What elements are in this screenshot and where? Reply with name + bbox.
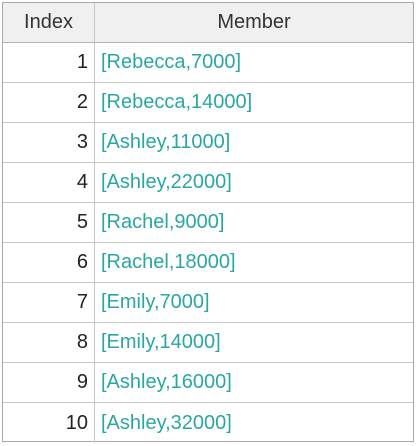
index-cell[interactable]: 8 xyxy=(3,323,95,362)
index-cell[interactable]: 4 xyxy=(3,163,95,202)
member-cell[interactable]: [Ashley,32000] xyxy=(95,403,413,443)
table-row[interactable]: 2 [Rebecca,14000] xyxy=(3,83,413,123)
index-cell[interactable]: 9 xyxy=(3,363,95,402)
member-cell[interactable]: [Rebecca,7000] xyxy=(95,43,413,82)
member-cell[interactable]: [Ashley,16000] xyxy=(95,363,413,402)
table-header-row: Index Member xyxy=(3,3,413,43)
index-cell[interactable]: 5 xyxy=(3,203,95,242)
column-header-member[interactable]: Member xyxy=(95,3,413,42)
table-row[interactable]: 6 [Rachel,18000] xyxy=(3,243,413,283)
table-row[interactable]: 3 [Ashley,11000] xyxy=(3,123,413,163)
member-cell[interactable]: [Ashley,22000] xyxy=(95,163,413,202)
table-row[interactable]: 7 [Emily,7000] xyxy=(3,283,413,323)
table-row[interactable]: 5 [Rachel,9000] xyxy=(3,203,413,243)
index-cell[interactable]: 2 xyxy=(3,83,95,122)
table-row[interactable]: 9 [Ashley,16000] xyxy=(3,363,413,403)
member-cell[interactable]: [Emily,7000] xyxy=(95,283,413,322)
table-row[interactable]: 1 [Rebecca,7000] xyxy=(3,43,413,83)
table-row[interactable]: 10 [Ashley,32000] xyxy=(3,403,413,443)
member-cell[interactable]: [Emily,14000] xyxy=(95,323,413,362)
index-cell[interactable]: 6 xyxy=(3,243,95,282)
column-header-index[interactable]: Index xyxy=(3,3,95,42)
index-cell[interactable]: 7 xyxy=(3,283,95,322)
member-cell[interactable]: [Rachel,9000] xyxy=(95,203,413,242)
index-cell[interactable]: 10 xyxy=(3,403,95,443)
member-cell[interactable]: [Ashley,11000] xyxy=(95,123,413,162)
data-table: Index Member 1 [Rebecca,7000] 2 [Rebecca… xyxy=(2,2,414,443)
index-cell[interactable]: 3 xyxy=(3,123,95,162)
table-row[interactable]: 4 [Ashley,22000] xyxy=(3,163,413,203)
table-row[interactable]: 8 [Emily,14000] xyxy=(3,323,413,363)
member-cell[interactable]: [Rachel,18000] xyxy=(95,243,413,282)
index-cell[interactable]: 1 xyxy=(3,43,95,82)
member-cell[interactable]: [Rebecca,14000] xyxy=(95,83,413,122)
